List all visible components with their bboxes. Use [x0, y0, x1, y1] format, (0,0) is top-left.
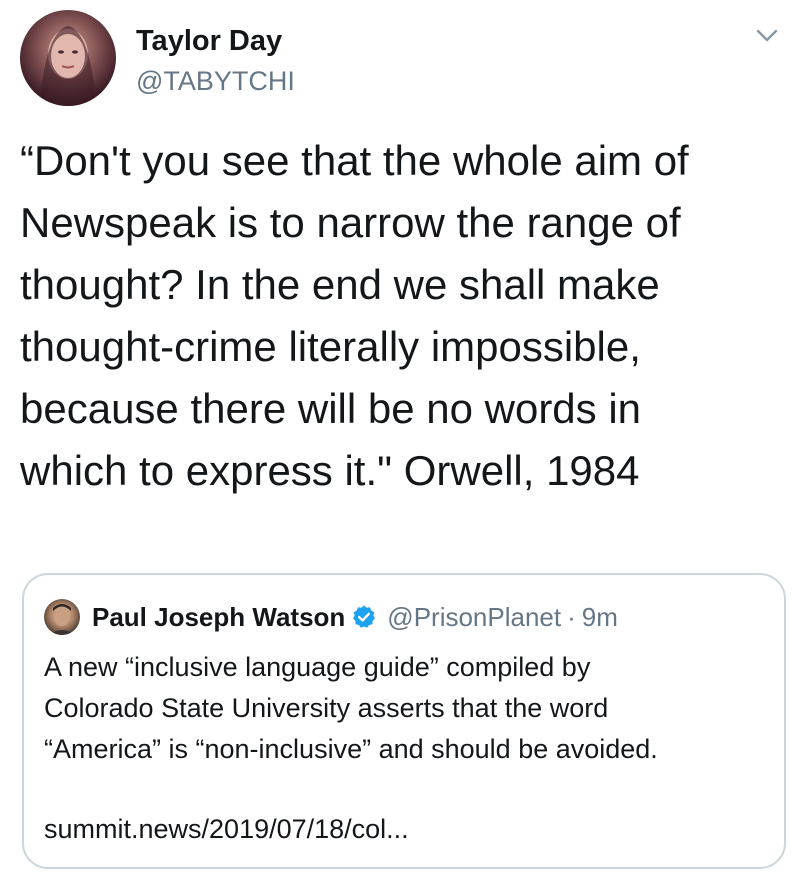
- quoted-tweet-link[interactable]: summit.news/2019/07/18/col...: [44, 812, 409, 846]
- quoted-text-line: Colorado State University asserts that t…: [44, 693, 609, 723]
- tweet-text-line: thought-crime literally impossible,: [20, 323, 641, 370]
- tweet-text-line: because there will be no words in: [20, 385, 642, 432]
- quoted-text-line: A new “inclusive language guide” compile…: [44, 652, 591, 682]
- tweet-text-line: thought? In the end we shall make: [20, 261, 660, 308]
- quoted-tweet-text: A new “inclusive language guide” compile…: [44, 647, 768, 770]
- separator-dot: ·: [567, 601, 576, 632]
- quoted-author-avatar[interactable]: [44, 599, 80, 635]
- quoted-author-handle: @PrisonPlanet: [387, 601, 562, 632]
- quoted-author-display-name: Paul Joseph Watson: [92, 601, 346, 632]
- tweet-text-line: “Don't you see that the whole aim of: [20, 137, 689, 184]
- tweet: Taylor Day @TABYTCHI “Don't you see that…: [0, 0, 810, 889]
- tweet-text-line: which to express it." Orwell, 1984: [20, 447, 640, 494]
- tweet-text: “Don't you see that the whole aim of New…: [20, 130, 790, 502]
- quoted-avatar-image: [49, 604, 75, 635]
- tweet-author: Taylor Day @TABYTCHI: [136, 24, 295, 98]
- quoted-tweet-header: Paul Joseph Watson @PrisonPlanet · 9m: [44, 597, 618, 637]
- quoted-tweet-card[interactable]: Paul Joseph Watson @PrisonPlanet · 9m A …: [22, 573, 786, 869]
- avatar-image: [40, 26, 96, 106]
- verified-badge-icon: [351, 604, 377, 630]
- chevron-down-icon[interactable]: [752, 24, 782, 48]
- quoted-text-line: “America” is “non-inclusive” and should …: [44, 734, 658, 764]
- tweet-text-line: Newspeak is to narrow the range of: [20, 199, 681, 246]
- author-handle[interactable]: @TABYTCHI: [136, 64, 295, 98]
- author-avatar[interactable]: [20, 10, 116, 106]
- author-display-name[interactable]: Taylor Day: [136, 24, 295, 58]
- quoted-timestamp[interactable]: 9m: [582, 602, 618, 633]
